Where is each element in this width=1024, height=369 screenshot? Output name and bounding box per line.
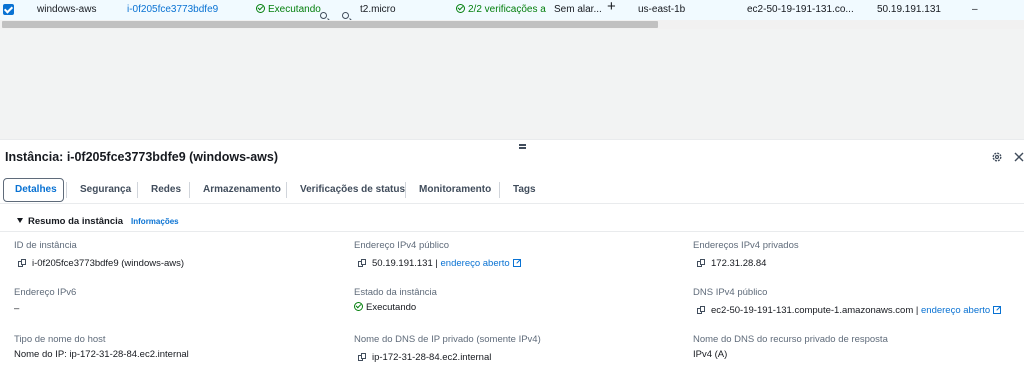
tab-tags[interactable]: Tags <box>513 184 536 195</box>
copy-icon[interactable] <box>697 259 705 267</box>
tab-detalhes[interactable]: Detalhes <box>15 184 57 195</box>
tab-separator <box>137 182 138 198</box>
alarm-status: Sem alar... <box>554 4 602 15</box>
open-address-link[interactable]: endereço aberto <box>921 305 990 316</box>
add-alarm-icon[interactable]: + <box>607 0 616 14</box>
scrollbar-thumb[interactable] <box>2 21 658 28</box>
host-type-value: Nome do IP: ip-172-31-28-84.ec2.internal <box>14 349 189 360</box>
private-ipv4-value: 172.31.28.84 <box>697 258 766 270</box>
public-dns-label: DNS IPv4 público <box>693 287 768 298</box>
status-check: 2/2 verificações ap <box>456 4 546 16</box>
state-value: Executando <box>354 302 416 314</box>
tab-verificacoes[interactable]: Verificações de status <box>300 184 405 195</box>
external-link-icon[interactable] <box>512 259 521 267</box>
tab-separator <box>66 182 67 198</box>
public-dns-value: ec2-50-19-191-131.compute-1.amazonaws.co… <box>697 305 1002 317</box>
instance-name: windows-aws <box>37 4 97 15</box>
private-dns-label: Nome do DNS de IP privado (somente IPv4) <box>354 334 541 345</box>
ipv6-value: – <box>14 303 20 314</box>
open-address-link[interactable]: endereço aberto <box>441 258 510 269</box>
tab-separator <box>405 182 406 198</box>
tab-monitoramento[interactable]: Monitoramento <box>419 184 491 195</box>
summary-header[interactable]: Resumo da instância Informações <box>17 216 179 227</box>
tab-separator <box>189 182 190 198</box>
resource-dns-value: IPv4 (A) <box>693 349 728 360</box>
instance-id-value: i-0f205fce3773bdfe9 (windows-aws) <box>18 258 184 270</box>
gear-icon[interactable] <box>991 151 1003 163</box>
copy-icon[interactable] <box>358 259 366 267</box>
tabs-divider <box>0 203 1024 204</box>
public-ip: 50.19.191.131 <box>877 4 941 15</box>
zoom-in-icon[interactable] <box>320 12 327 19</box>
row-checkbox[interactable] <box>3 4 14 15</box>
tab-seguranca[interactable]: Segurança <box>80 184 131 195</box>
private-ipv4-label: Endereços IPv4 privados <box>693 240 799 251</box>
success-icon <box>456 4 465 13</box>
host-type-label: Tipo de nome do host <box>14 334 106 345</box>
tab-redes[interactable]: Redes <box>151 184 181 195</box>
external-link-icon[interactable] <box>993 306 1002 314</box>
table-empty-area <box>0 29 1024 139</box>
instance-id-link[interactable]: i-0f205fce3773bdfe9 <box>127 4 218 16</box>
copy-icon[interactable] <box>358 353 366 361</box>
summary-divider <box>0 231 1024 232</box>
resource-dns-label: Nome do DNS do recurso privado de respos… <box>693 334 888 345</box>
elastic-ip: – <box>972 4 978 15</box>
ipv6-label: Endereço IPv6 <box>14 287 77 298</box>
panel-title: Instância: i-0f205fce3773bdfe9 (windows-… <box>5 150 279 164</box>
copy-icon[interactable] <box>697 306 705 314</box>
close-icon[interactable] <box>1013 151 1024 163</box>
tab-separator <box>499 182 500 198</box>
tab-separator <box>286 182 287 198</box>
success-icon <box>354 302 363 311</box>
availability-zone: us-east-1b <box>638 4 686 15</box>
copy-icon[interactable] <box>18 259 26 267</box>
public-ipv4-value: 50.19.191.131 | endereço aberto <box>358 258 521 270</box>
info-link[interactable]: Informações <box>131 217 179 226</box>
public-ipv4-label: Endereço IPv4 público <box>354 240 450 251</box>
state-label: Estado da instância <box>354 287 437 298</box>
instance-type: t2.micro <box>360 4 396 15</box>
drag-handle-icon[interactable] <box>519 147 526 149</box>
caret-down-icon[interactable] <box>17 218 23 223</box>
drag-handle-icon[interactable] <box>519 144 526 146</box>
horizontal-scrollbar[interactable] <box>0 20 1024 29</box>
instance-id-label: ID de instância <box>14 240 77 251</box>
success-icon <box>256 4 265 13</box>
private-dns-value: ip-172-31-28-84.ec2.internal <box>358 352 491 364</box>
zoom-out-icon[interactable] <box>342 12 350 19</box>
instance-table-row[interactable]: windows-aws i-0f205fce3773bdfe9 Executan… <box>0 0 1024 21</box>
tab-armazenamento[interactable]: Armazenamento <box>203 184 281 195</box>
panel-splitter[interactable] <box>0 139 1024 147</box>
instance-state: Executando <box>256 4 321 16</box>
public-dns: ec2-50-19-191-131.co... <box>747 4 854 15</box>
